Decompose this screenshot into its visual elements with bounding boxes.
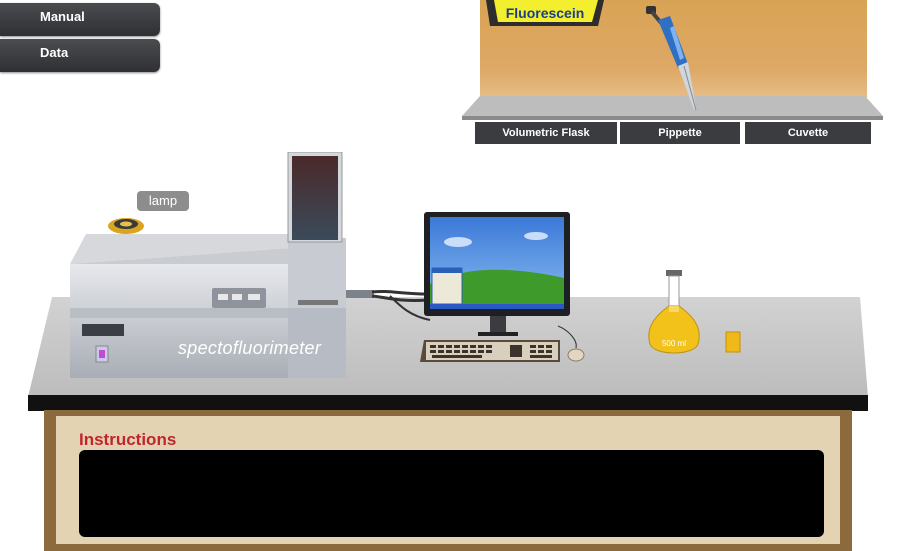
tab-cuvette-label: Cuvette — [787, 127, 829, 139]
flask-volume-label: 500 ml — [661, 339, 686, 348]
pipette-icon[interactable] — [640, 2, 706, 114]
data-label: Data — [40, 45, 69, 60]
lamp-tooltip: lamp — [137, 191, 189, 211]
instructions-text — [79, 450, 824, 537]
tab-volumetric-flask[interactable]: Volumetric Flask — [475, 122, 617, 144]
computer-icon[interactable] — [418, 212, 588, 368]
instructions-title: Instructions — [79, 430, 177, 449]
spectrofluorimeter-label: spectofluorimeter — [178, 338, 322, 358]
manual-button[interactable]: Manual — [0, 3, 160, 36]
fluorescein-label: Fluorescein — [505, 5, 585, 21]
manual-label: Manual — [40, 9, 85, 24]
tab-pippette[interactable]: Pippette — [620, 122, 740, 144]
tab-volumetric-flask-label: Volumetric Flask — [502, 127, 590, 139]
table-edge — [28, 395, 868, 411]
tab-cuvette[interactable]: Cuvette — [745, 122, 871, 144]
cuvette-icon[interactable] — [724, 330, 742, 354]
tab-pippette-label: Pippette — [658, 127, 702, 139]
data-button[interactable]: Data — [0, 39, 160, 72]
